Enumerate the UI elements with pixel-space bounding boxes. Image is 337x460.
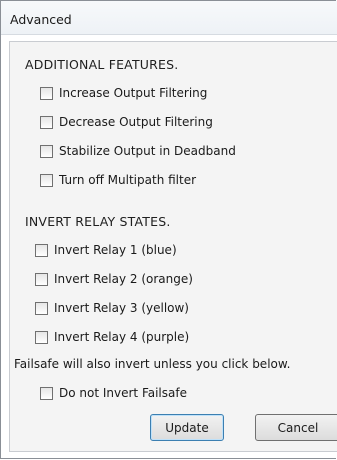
stabilize-output-checkbox-row[interactable]: Stabilize Output in Deadband [40, 142, 236, 160]
increase-output-filtering-label: Increase Output Filtering [59, 86, 208, 100]
invert-relay-1-checkbox[interactable] [35, 243, 48, 257]
invert-relay-3-checkbox[interactable] [35, 301, 48, 315]
invert-relay-2-checkbox-row[interactable]: Invert Relay 2 (orange) [35, 270, 193, 288]
title-bar[interactable]: Advanced [1, 1, 337, 35]
stabilize-output-label: Stabilize Output in Deadband [59, 144, 236, 158]
do-not-invert-failsafe-checkbox[interactable] [40, 386, 53, 400]
invert-relay-2-checkbox[interactable] [35, 272, 48, 286]
decrease-output-filtering-label: Decrease Output Filtering [59, 115, 213, 129]
turn-off-multipath-checkbox[interactable] [40, 173, 53, 187]
update-button[interactable]: Update [150, 414, 224, 441]
additional-features-heading: ADDITIONAL FEATURES. [25, 57, 179, 72]
invert-relay-4-label: Invert Relay 4 (purple) [54, 330, 190, 344]
decrease-output-filtering-checkbox-row[interactable]: Decrease Output Filtering [40, 113, 213, 131]
invert-relay-4-checkbox[interactable] [35, 330, 48, 344]
window-title: Advanced [10, 12, 72, 27]
dialog-body: ADDITIONAL FEATURES. Increase Output Fil… [9, 41, 337, 452]
invert-relay-4-checkbox-row[interactable]: Invert Relay 4 (purple) [35, 328, 189, 346]
decrease-output-filtering-checkbox[interactable] [40, 115, 53, 129]
failsafe-note: Failsafe will also invert unless you cli… [14, 357, 291, 371]
invert-relay-2-label: Invert Relay 2 (orange) [54, 272, 193, 286]
invert-relay-heading: INVERT RELAY STATES. [25, 214, 171, 229]
invert-relay-3-checkbox-row[interactable]: Invert Relay 3 (yellow) [35, 299, 189, 317]
increase-output-filtering-checkbox[interactable] [40, 86, 53, 100]
invert-relay-1-checkbox-row[interactable]: Invert Relay 1 (blue) [35, 241, 177, 259]
turn-off-multipath-label: Turn off Multipath filter [59, 173, 197, 187]
increase-output-filtering-checkbox-row[interactable]: Increase Output Filtering [40, 84, 207, 102]
turn-off-multipath-checkbox-row[interactable]: Turn off Multipath filter [40, 171, 196, 189]
stabilize-output-checkbox[interactable] [40, 144, 53, 158]
invert-relay-3-label: Invert Relay 3 (yellow) [54, 301, 189, 315]
advanced-dialog: Advanced ADDITIONAL FEATURES. Increase O… [0, 0, 337, 459]
do-not-invert-failsafe-label: Do not Invert Failsafe [59, 386, 187, 400]
invert-relay-1-label: Invert Relay 1 (blue) [54, 243, 177, 257]
cancel-button[interactable]: Cancel [255, 414, 337, 441]
do-not-invert-failsafe-checkbox-row[interactable]: Do not Invert Failsafe [40, 384, 187, 402]
